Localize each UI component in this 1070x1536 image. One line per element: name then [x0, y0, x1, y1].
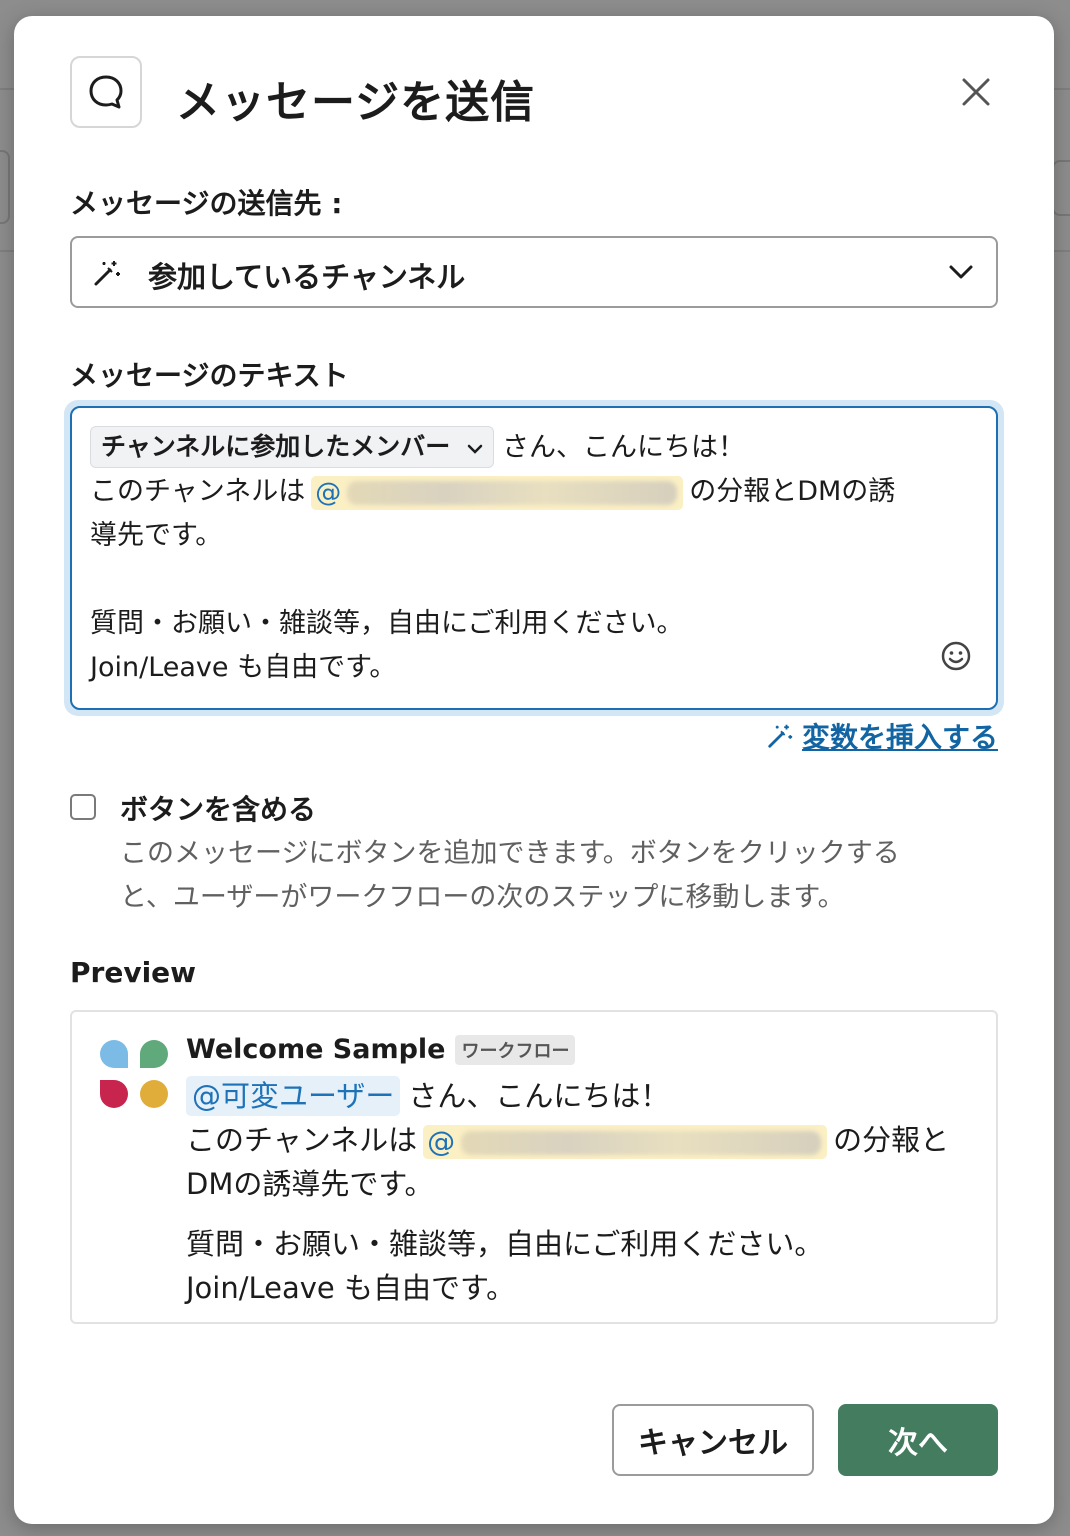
mention-at-sign: @: [427, 1125, 456, 1158]
magic-wand-icon: [768, 724, 793, 748]
message-line5: Join/Leave も自由です。: [90, 652, 397, 683]
redacted-name: [347, 481, 678, 505]
preview-line5: Join/Leave も自由です。: [186, 1271, 516, 1305]
background-panel: [1052, 160, 1070, 216]
chevron-down-icon: [948, 262, 974, 286]
preview-line2-text: このチャンネルは: [186, 1123, 418, 1157]
preview-line3: DMの誘導先です。: [186, 1167, 434, 1201]
include-button-label: ボタンを含める: [120, 793, 317, 826]
emoji-button[interactable]: [940, 640, 972, 686]
preview-label: Preview: [70, 956, 197, 989]
dialog-title: メッセージを送信: [176, 77, 536, 128]
background-panel: [0, 150, 10, 224]
workflow-badge: ワークフロー: [455, 1034, 576, 1065]
preview-header: Welcome Sample ワークフロー: [186, 1034, 576, 1065]
description-line: このメッセージにボタンを追加できます。ボタンをクリックする: [120, 838, 900, 869]
mention-at-sign: @: [315, 477, 342, 508]
message-line2-tail: の分報とDMの誘: [689, 476, 896, 507]
cancel-button[interactable]: キャンセル: [612, 1404, 814, 1476]
recipient-select[interactable]: 参加しているチャンネル: [70, 236, 998, 308]
message-line3: 導先です。: [90, 520, 223, 551]
magic-wand-icon: [92, 258, 122, 292]
message-line2-text: このチャンネルは: [90, 476, 306, 507]
redacted-name: [461, 1131, 822, 1155]
user-mention[interactable]: @: [311, 475, 684, 510]
workflow-app-logo: [100, 1040, 168, 1108]
message-line4: 質問・お願い・雑談等，自由にご利用ください。: [90, 608, 684, 639]
preview-message-body: @可変ユーザー さん、こんにちは！ このチャンネルは @ の分報と DMの誘導先です。…: [186, 1074, 976, 1310]
insert-variable-label: 変数を挿入する: [801, 721, 998, 754]
preview-line4: 質問・お願い・雑談等，自由にご利用ください。: [186, 1227, 824, 1261]
preview-user-mention[interactable]: @可変ユーザー: [186, 1076, 401, 1116]
variable-chip[interactable]: チャンネルに参加したメンバー: [90, 426, 494, 468]
close-button[interactable]: [954, 70, 998, 114]
message-bubble-icon: [70, 56, 142, 128]
close-icon: [962, 78, 990, 106]
insert-variable-link[interactable]: 変数を挿入する: [766, 716, 998, 756]
preview-channel-mention[interactable]: @: [423, 1125, 828, 1159]
preview-line2-tail: の分報と: [833, 1123, 950, 1157]
recipient-label: メッセージの送信先 :: [70, 187, 343, 220]
variable-chip-label: チャンネルに参加したメンバー: [101, 432, 451, 461]
next-button[interactable]: 次へ: [838, 1404, 998, 1476]
recipient-value: 参加しているチャンネル: [148, 260, 466, 294]
include-button-description: このメッセージにボタンを追加できます。ボタンをクリックする と、ユーザーがワーク…: [120, 832, 1000, 920]
preview-line1-text: さん、こんにちは！: [408, 1079, 670, 1113]
smiley-icon: [941, 641, 971, 671]
include-button-checkbox[interactable]: [70, 794, 96, 820]
send-message-dialog: メッセージを送信 メッセージの送信先 : 参加しているチャンネル メッセージのテ…: [14, 16, 1054, 1524]
description-line: と、ユーザーがワークフローの次のステップに移動します。: [120, 882, 845, 913]
preview-sender-name: Welcome Sample: [186, 1034, 446, 1065]
message-preview: Welcome Sample ワークフロー @可変ユーザー さん、こんにちは！ こ…: [70, 1010, 998, 1324]
message-line1-text: さん、こんにちは！: [501, 432, 745, 463]
message-text-label: メッセージのテキスト: [70, 359, 349, 392]
chevron-down-icon: [467, 444, 483, 454]
dialog-header: メッセージを送信: [70, 56, 998, 130]
message-text-editor[interactable]: チャンネルに参加したメンバー さん、こんにちは！ このチャンネルは @ の分報とDM…: [70, 406, 998, 710]
